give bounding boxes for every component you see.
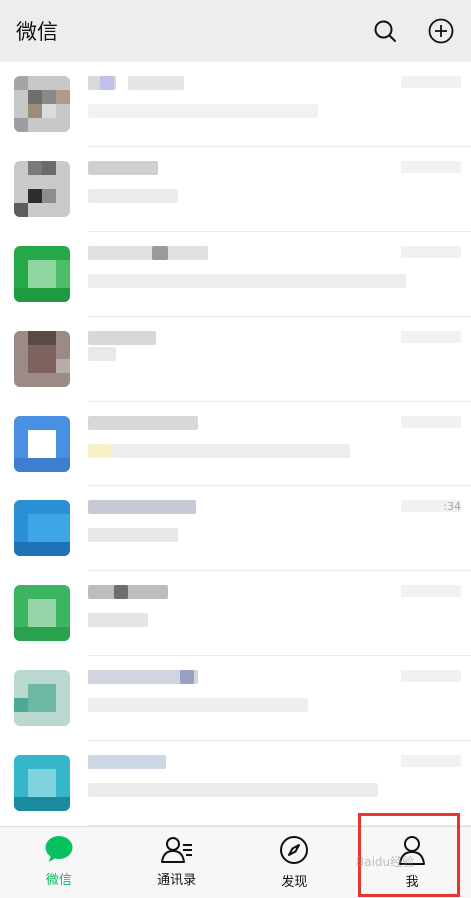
chat-time <box>401 415 461 428</box>
top-bar: 微信 <box>0 0 471 62</box>
chat-row[interactable]: :34 <box>0 486 471 572</box>
chat-bubble-icon <box>45 836 73 862</box>
chat-time <box>401 670 461 683</box>
tab-label: 通讯录 <box>157 873 197 888</box>
avatar <box>14 245 70 302</box>
chat-row[interactable] <box>0 232 471 317</box>
tab-label: 发现 <box>281 875 308 890</box>
chat-time <box>401 755 461 768</box>
chat-row[interactable] <box>0 147 471 232</box>
chat-time: :34 <box>401 500 461 513</box>
chat-row[interactable] <box>0 317 471 402</box>
tab-label: 微信 <box>45 873 72 888</box>
chat-list: :34 <box>0 62 471 826</box>
person-icon <box>399 836 426 865</box>
add-button[interactable] <box>427 17 455 45</box>
chat-time <box>401 76 461 88</box>
avatar <box>14 585 70 642</box>
chat-row[interactable] <box>0 571 471 657</box>
chat-row[interactable] <box>0 402 471 487</box>
avatar <box>14 415 70 472</box>
chat-row[interactable] <box>0 62 471 147</box>
compass-icon <box>280 836 309 864</box>
avatar <box>14 330 70 387</box>
avatar <box>14 500 70 557</box>
search-icon <box>374 20 396 42</box>
contacts-icon <box>160 837 192 863</box>
tab-discover[interactable]: 发现 <box>236 827 354 898</box>
plus-circle-icon <box>428 18 454 44</box>
chat-time <box>401 330 461 343</box>
avatar <box>14 755 70 812</box>
tab-me[interactable]: 我 <box>353 827 471 898</box>
chat-row[interactable] <box>0 656 471 742</box>
avatar <box>14 76 70 132</box>
page-title: 微信 <box>16 20 58 44</box>
chat-time <box>401 585 461 598</box>
tab-chats[interactable]: 微信 <box>0 827 118 898</box>
search-button[interactable] <box>371 17 399 45</box>
avatar <box>14 670 70 727</box>
chat-row[interactable] <box>0 741 471 826</box>
tab-label: 我 <box>405 875 419 890</box>
avatar <box>14 160 70 217</box>
chat-time <box>401 160 461 173</box>
bottom-tab-bar: 微信 通讯录 发现 我 <box>0 826 471 898</box>
tab-contacts[interactable]: 通讯录 <box>118 827 236 898</box>
chat-time <box>401 245 461 258</box>
